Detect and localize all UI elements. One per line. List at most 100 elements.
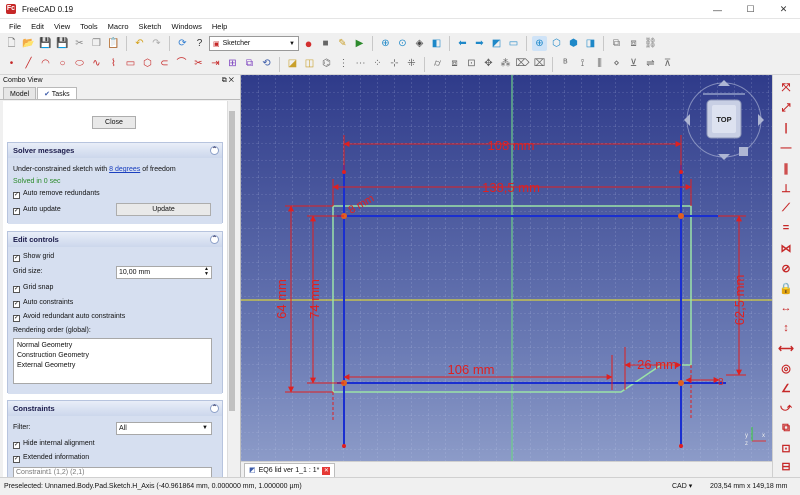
document-tab[interactable]: ◩ EQ6 lid ver 1_1 : 1* ✕ xyxy=(244,463,336,477)
record-macro-icon[interactable]: ● xyxy=(301,36,316,51)
menu-sketch[interactable]: Sketch xyxy=(134,22,167,31)
horizontal-constraint-icon[interactable]: — xyxy=(778,141,794,155)
minimize-button[interactable]: — xyxy=(701,0,734,19)
bspline-convert-icon[interactable]: ⇌ xyxy=(643,57,658,72)
toggle-active-icon[interactable]: ⊡ xyxy=(778,441,794,455)
list-item[interactable]: Normal Geometry xyxy=(17,341,208,351)
slot-icon[interactable]: ⊂ xyxy=(157,57,172,72)
grid-size-input[interactable]: 10,00 mm ▲ ▼ xyxy=(116,266,212,279)
horizontal-distance-icon[interactable]: ↔ xyxy=(778,301,794,315)
dim-74[interactable]: 74 mm xyxy=(307,279,322,319)
constraint-list[interactable]: Constraint1 (1,2) (2,1) xyxy=(13,467,212,477)
toggle-driving-icon[interactable]: ⧉ xyxy=(778,421,794,435)
degrees-of-freedom-link[interactable]: 8 degrees xyxy=(109,166,140,173)
select-conflicting-icon[interactable]: ⋯ xyxy=(353,57,368,72)
copy-icon[interactable]: ❐ xyxy=(89,36,104,51)
sync-view-icon[interactable]: ◧ xyxy=(429,36,444,51)
grid-snap-checkbox[interactable]: ✓ Grid snap xyxy=(13,284,53,293)
tangent-icon[interactable]: ⟋ xyxy=(778,201,794,215)
bspline-degree-icon[interactable]: ᴮ xyxy=(558,57,573,72)
view-fit-icon[interactable]: ⊕ xyxy=(532,36,547,51)
point-on-object-icon[interactable]: ⤢ xyxy=(778,101,794,115)
menu-windows[interactable]: Windows xyxy=(166,22,206,31)
snell-icon[interactable]: ⤻ xyxy=(778,401,794,415)
tab-tasks[interactable]: ✔ Tasks xyxy=(37,87,77,99)
front-view-icon[interactable]: ⬢ xyxy=(566,36,581,51)
vertical-distance-icon[interactable]: ↕ xyxy=(778,321,794,335)
distance-icon[interactable]: ⟷ xyxy=(778,341,794,355)
move-icon[interactable]: ✥ xyxy=(481,57,496,72)
copy-geometry-icon[interactable]: ⊡ xyxy=(464,57,479,72)
select-constraints-icon[interactable]: ⌬ xyxy=(319,57,334,72)
internal-alignment-icon[interactable]: ⊟ xyxy=(778,459,794,473)
view-sketch-icon[interactable]: ◪ xyxy=(285,57,300,72)
dock-close-icon[interactable]: ⧉ ✕ xyxy=(222,75,234,87)
dim-8[interactable]: 8 xyxy=(718,377,724,388)
navcube-menu[interactable] xyxy=(739,147,748,156)
rendering-order-list[interactable]: Normal Geometry Construction Geometry Ex… xyxy=(13,338,212,384)
line-icon[interactable]: ╱ xyxy=(21,57,36,72)
carbon-copy-icon[interactable]: ⧉ xyxy=(242,57,257,72)
perpendicular-icon[interactable]: ⊥ xyxy=(778,181,794,195)
menu-tools[interactable]: Tools xyxy=(75,22,103,31)
restore-icon[interactable]: ⁜ xyxy=(404,57,419,72)
forward-icon[interactable]: ➡ xyxy=(472,36,487,51)
new-file-icon[interactable]: 🗋 xyxy=(4,36,19,51)
whats-this-icon[interactable]: ? xyxy=(192,36,207,51)
back-icon[interactable]: ⬅ xyxy=(455,36,470,51)
dim-108[interactable]: 108 mm xyxy=(488,138,535,153)
dim-26[interactable]: 26 mm xyxy=(637,357,677,372)
close-tab-icon[interactable]: ✕ xyxy=(322,466,331,475)
auto-remove-checkbox[interactable]: ✓ Auto remove redundants xyxy=(13,190,100,199)
radius-icon[interactable]: ◎ xyxy=(778,361,794,375)
workbench-selector[interactable]: ▣ Sketcher ▼ xyxy=(209,36,299,51)
draw-style-icon[interactable]: ◈ xyxy=(412,36,427,51)
list-item[interactable]: Construction Geometry xyxy=(17,351,208,361)
stop-macro-icon[interactable]: ■ xyxy=(318,36,333,51)
nav-style-selector[interactable]: CAD ▾ xyxy=(672,478,692,495)
sketch-canvas[interactable]: 108 mm 138,5 mm 8 mm 64 mm 74 mm 62,5 mm… xyxy=(241,75,772,461)
delete-constraints-icon[interactable]: ⌦ xyxy=(515,57,530,72)
bspline-icon[interactable]: ∿ xyxy=(89,57,104,72)
end-point[interactable] xyxy=(342,444,346,448)
save-as-icon[interactable]: 💾 xyxy=(55,36,70,51)
bspline-increase-icon[interactable]: ⊼ xyxy=(660,57,675,72)
auto-update-checkbox[interactable]: ✓ Auto update xyxy=(13,206,61,215)
hide-internal-checkbox[interactable]: ✓ Hide internal alignment xyxy=(13,440,95,449)
fit-all-icon[interactable]: ⊕ xyxy=(378,36,393,51)
top-view-icon[interactable]: ◨ xyxy=(583,36,598,51)
paste-icon[interactable]: 📋 xyxy=(106,36,121,51)
corner-point[interactable] xyxy=(678,380,684,386)
edit-controls-header[interactable]: Edit controls ⌃ xyxy=(8,232,222,247)
menu-view[interactable]: View xyxy=(49,22,75,31)
block-icon[interactable]: ⊘ xyxy=(778,261,794,275)
select-origin-icon[interactable]: ⋮ xyxy=(336,57,351,72)
close-window-button[interactable]: ✕ xyxy=(767,0,800,19)
symmetry-icon[interactable]: ⌭ xyxy=(430,57,445,72)
save-icon[interactable]: 💾 xyxy=(38,36,53,51)
parallel-icon[interactable]: ∥ xyxy=(778,161,794,175)
collapse-icon[interactable]: ⌃ xyxy=(210,146,219,155)
constraint-row[interactable]: Constraint1 (1,2) (2,1) xyxy=(16,469,84,476)
menu-macro[interactable]: Macro xyxy=(103,22,134,31)
polyline-icon[interactable]: ⌇ xyxy=(106,57,121,72)
lock-icon[interactable]: 🔒 xyxy=(778,281,794,295)
end-point[interactable] xyxy=(679,444,683,448)
cut-icon[interactable]: ✂ xyxy=(72,36,87,51)
refresh-icon[interactable]: ⟳ xyxy=(175,36,190,51)
measure-icon[interactable]: ▭ xyxy=(506,36,521,51)
circle-icon[interactable]: ○ xyxy=(55,57,70,72)
maximize-button[interactable]: ☐ xyxy=(734,0,767,19)
fillet-icon[interactable]: ⌒ xyxy=(174,57,189,72)
external-icon[interactable]: ⊞ xyxy=(225,57,240,72)
open-file-icon[interactable]: 📂 xyxy=(21,36,36,51)
vertical-constraint-icon[interactable]: | xyxy=(778,121,794,135)
link-icon[interactable]: ⛓ xyxy=(643,36,658,51)
update-button[interactable]: Update xyxy=(116,203,211,216)
corner-point[interactable] xyxy=(678,213,684,219)
scrollbar-thumb[interactable] xyxy=(229,111,235,411)
bspline-comb-icon[interactable]: ⫼ xyxy=(592,57,607,72)
point-icon[interactable]: • xyxy=(4,57,19,72)
construction-mode-icon[interactable]: ⟲ xyxy=(259,57,274,72)
group-icon[interactable]: ⧈ xyxy=(626,36,641,51)
